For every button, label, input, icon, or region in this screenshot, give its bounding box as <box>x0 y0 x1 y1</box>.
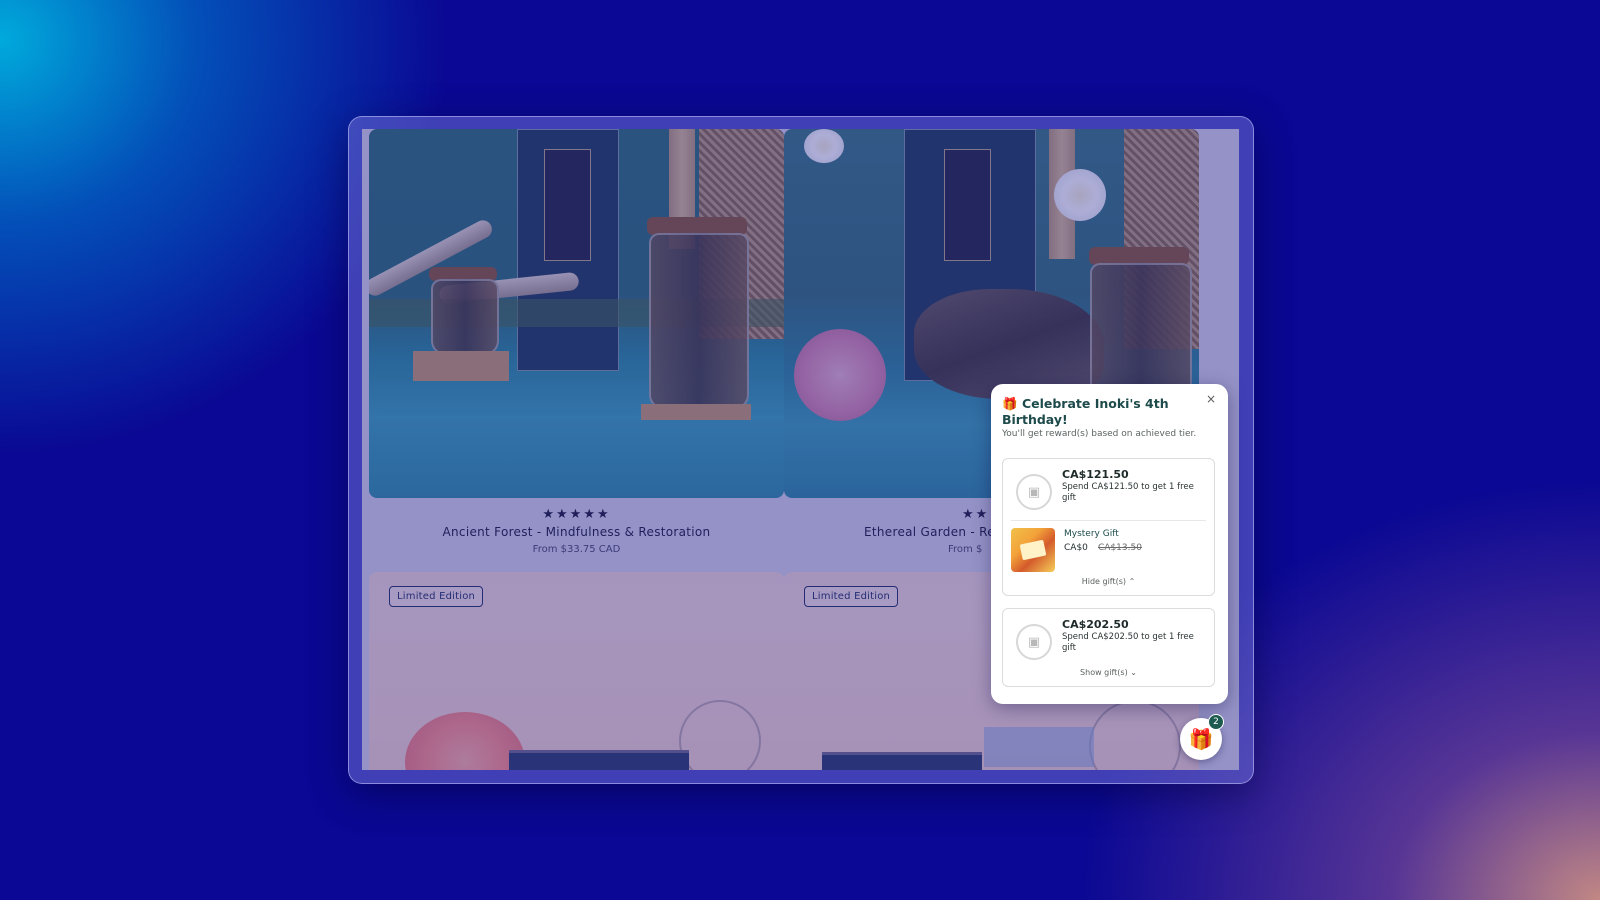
launcher-count-badge: 2 <box>1208 714 1224 730</box>
gift-icon: 🎁 <box>1002 396 1018 411</box>
product-price: From $33.75 CAD <box>532 544 621 555</box>
birthday-rewards-popup: × 🎁 Celebrate Inoki's 4th Birthday! You'… <box>991 384 1228 704</box>
gift-price: CA$0 <box>1064 543 1088 553</box>
gift-name: Mystery Gift <box>1064 529 1119 539</box>
limited-edition-badge: Limited Edition <box>389 586 484 607</box>
tier-description: Spend CA$202.50 to get 1 free gift <box>1062 632 1194 653</box>
product-card-limited-1[interactable]: Limited Edition <box>369 572 784 770</box>
rating-stars: ★★★★★ <box>542 507 611 522</box>
reward-tier-1: ▣ CA$121.50 Spend CA$121.50 to get 1 fre… <box>1002 458 1215 596</box>
gift-original-price: CA$13.50 <box>1098 543 1142 553</box>
product-card-ancient-forest[interactable]: ★★★★★ Ancient Forest - Mindfulness & Res… <box>369 129 784 555</box>
gift-icon: 🎁 <box>1188 727 1214 751</box>
flower-image <box>405 712 525 770</box>
gift-box-icon: ▣ <box>1016 624 1052 660</box>
divider <box>1011 520 1206 521</box>
popup-subtitle: You'll get reward(s) based on achieved t… <box>1002 429 1197 439</box>
gift-box-icon: ▣ <box>1016 474 1052 510</box>
hide-gifts-link[interactable]: Hide gift(s) ⌃ <box>1003 577 1214 586</box>
limited-edition-badge: Limited Edition <box>804 586 899 607</box>
reward-tier-2: ▣ CA$202.50 Spend CA$202.50 to get 1 fre… <box>1002 608 1215 687</box>
rewards-launcher-button[interactable]: 🎁 2 <box>1180 714 1224 760</box>
show-gifts-link[interactable]: Show gift(s) ⌄ <box>1003 668 1214 677</box>
tier-amount: CA$202.50 <box>1062 618 1129 631</box>
stamp-emblem <box>1089 700 1181 770</box>
tea-box-image <box>509 750 689 770</box>
popup-title: 🎁 Celebrate Inoki's 4th Birthday! <box>1002 396 1207 428</box>
tier-description: Spend CA$121.50 to get 1 free gift <box>1062 482 1194 503</box>
mystery-gift-image <box>1011 528 1055 572</box>
popup-title-text: Celebrate Inoki's 4th Birthday! <box>1002 396 1169 427</box>
product-title[interactable]: Ancient Forest - Mindfulness & Restorati… <box>369 525 784 539</box>
stamp-emblem <box>679 700 761 770</box>
tea-box-image <box>822 752 982 770</box>
close-icon[interactable]: × <box>1206 392 1216 406</box>
tier-amount: CA$121.50 <box>1062 468 1129 481</box>
product-image-ancient-forest[interactable] <box>369 129 784 498</box>
